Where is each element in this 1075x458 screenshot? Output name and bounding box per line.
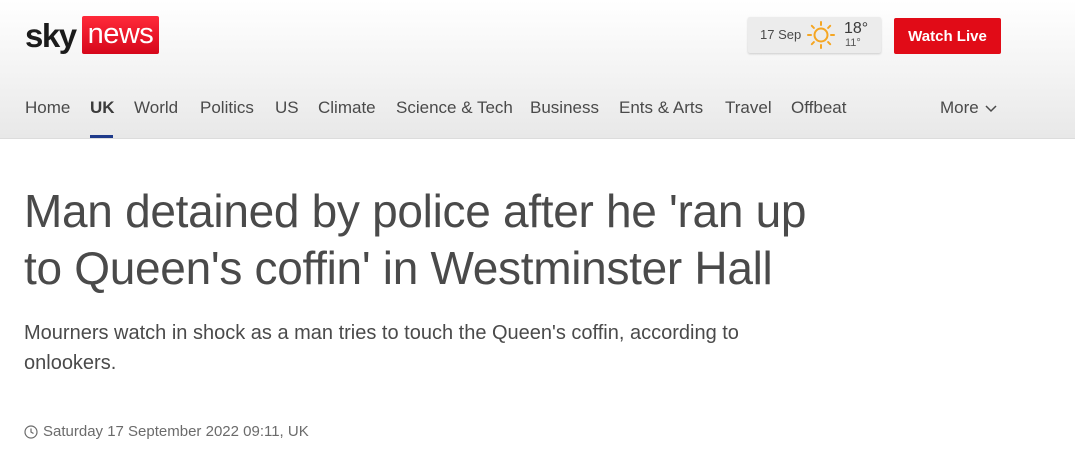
nav-item-politics[interactable]: Politics [200, 98, 254, 118]
sky-news-logo[interactable]: sky news [25, 16, 160, 54]
chevron-down-icon [985, 105, 997, 113]
nav-item-world[interactable]: World [134, 98, 178, 118]
nav-item-travel[interactable]: Travel [725, 98, 772, 118]
active-nav-indicator [90, 135, 113, 138]
sun-icon [807, 21, 835, 49]
nav-item-home[interactable]: Home [25, 98, 70, 118]
article-headline: Man detained by police after he 'ran up … [24, 185, 807, 294]
nav-item-us[interactable]: US [275, 98, 299, 118]
nav-item-business[interactable]: Business [530, 98, 599, 118]
logo-news-text: news [81, 16, 160, 54]
weather-date: 17 Sep [760, 27, 802, 42]
article-dateline: Saturday 17 September 2022 09:11, UK [24, 423, 309, 440]
watch-live-button[interactable]: Watch Live [894, 18, 1001, 54]
nav-item-offbeat[interactable]: Offbeat [791, 98, 846, 118]
site-header: sky news 17 Sep 18° 11° Watch Live Home … [0, 0, 1075, 139]
nav-item-ents-arts[interactable]: Ents & Arts [619, 98, 703, 118]
temperature-high: 18° [844, 20, 869, 37]
nav-item-uk[interactable]: UK [90, 98, 115, 118]
clock-icon [24, 424, 38, 439]
weather-widget[interactable]: 17 Sep 18° 11° [748, 17, 881, 53]
logo-sky-text: sky [25, 16, 77, 54]
nav-item-climate[interactable]: Climate [318, 98, 376, 118]
more-menu-button[interactable]: More [940, 98, 997, 118]
article-standfirst: Mourners watch in shock as a man tries t… [24, 322, 739, 374]
main-navigation: Home UK World Politics US Climate Scienc… [0, 88, 1075, 139]
temperature-low: 11° [845, 37, 861, 49]
nav-item-science-tech[interactable]: Science & Tech [396, 98, 513, 118]
article-timestamp: Saturday 17 September 2022 09:11, UK [43, 423, 309, 440]
more-label: More [940, 98, 979, 117]
